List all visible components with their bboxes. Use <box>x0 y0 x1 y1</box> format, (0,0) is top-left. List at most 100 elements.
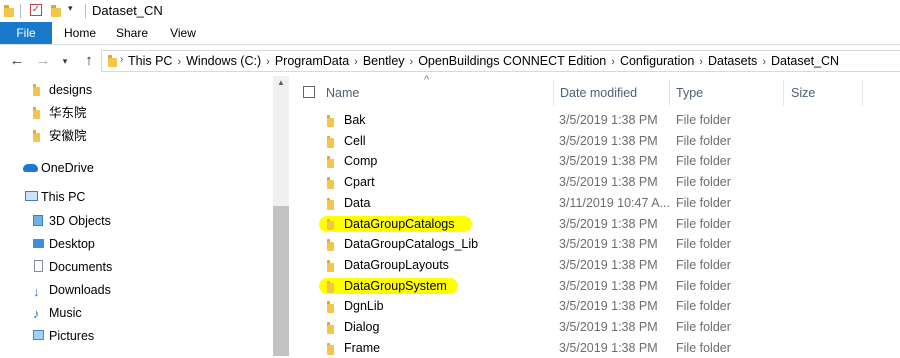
breadcrumb-datasets[interactable]: Datasets <box>708 54 757 68</box>
chevron-right-icon[interactable]: › <box>611 52 615 72</box>
nav-item-downloads[interactable]: ↓ Downloads <box>0 279 273 301</box>
file-name: Cell <box>344 133 366 148</box>
nav-item-music[interactable]: ♪ Music <box>0 302 273 324</box>
breadcrumb-windows-c[interactable]: Windows (C:) <box>186 54 261 68</box>
chevron-right-icon[interactable]: › <box>177 52 181 72</box>
chevron-right-icon[interactable]: › <box>410 52 414 72</box>
chevron-right-icon[interactable]: › <box>699 52 703 72</box>
file-type: File folder <box>676 175 731 190</box>
chevron-right-icon[interactable]: › <box>120 54 123 65</box>
nav-item-label: 3D Objects <box>49 214 111 228</box>
column-header-type[interactable]: Type <box>676 80 781 106</box>
folder-icon <box>33 107 40 119</box>
nav-item-anhuiyuan[interactable]: 安徽院 <box>0 125 273 147</box>
tab-file[interactable]: File <box>0 22 52 44</box>
title-bar: ✓ ▾ Dataset_CN <box>0 0 900 22</box>
tab-view[interactable]: View <box>163 22 203 44</box>
select-all-checkbox[interactable] <box>303 86 315 98</box>
table-row[interactable]: Comp 3/5/2019 1:38 PM File folder <box>289 151 900 172</box>
chevron-right-icon[interactable]: › <box>266 52 270 72</box>
column-divider[interactable] <box>783 80 784 106</box>
table-row[interactable]: Data 3/11/2019 10:47 A... File folder <box>289 193 900 214</box>
nav-item-documents[interactable]: Documents <box>0 256 273 278</box>
breadcrumb: This PC › Windows (C:) › ProgramData › Bentley… <box>128 51 839 71</box>
table-row[interactable]: Frame 3/5/2019 1:38 PM File folder <box>289 338 900 358</box>
downloads-icon: ↓ <box>33 284 40 299</box>
file-name: DataGroupCatalogs <box>344 216 455 231</box>
chevron-right-icon[interactable]: › <box>354 52 358 72</box>
breadcrumb-this-pc[interactable]: This PC <box>128 54 172 68</box>
tab-share[interactable]: Share <box>112 22 152 44</box>
file-name: DataGroupLayouts <box>344 257 449 272</box>
column-divider[interactable] <box>553 80 554 106</box>
file-date-modified: 3/5/2019 1:38 PM <box>559 113 658 127</box>
scrollbar-thumb[interactable] <box>273 206 289 356</box>
file-name: Dialog <box>344 320 380 334</box>
table-row[interactable]: DataGroupSystem 3/5/2019 1:38 PM File fold… <box>289 276 900 297</box>
table-row[interactable]: DgnLib 3/5/2019 1:38 PM File folder <box>289 296 900 317</box>
file-name: DataGroupSystem <box>344 278 447 293</box>
folder-icon <box>327 259 334 272</box>
table-row[interactable]: Cell 3/5/2019 1:38 PM File folder <box>289 131 900 152</box>
navigation-pane: designs 华东院 安徽院 OneDrive This PC 3D Obje… <box>0 76 273 356</box>
table-row[interactable]: DataGroupCatalogs_Lib 3/5/2019 1:38 PM Fil… <box>289 234 900 255</box>
folder-icon <box>327 342 334 355</box>
table-row[interactable]: Cpart 3/5/2019 1:38 PM File folder <box>289 172 900 193</box>
folder-icon <box>327 218 334 231</box>
column-header-size[interactable]: Size <box>791 80 861 106</box>
column-divider[interactable] <box>669 80 670 106</box>
file-name: Comp <box>344 154 378 169</box>
properties-check-icon[interactable]: ✓ <box>30 4 42 16</box>
file-date-modified: 3/5/2019 1:38 PM <box>559 175 658 190</box>
folder-icon <box>327 322 334 334</box>
column-header: ^ Name Date modified Type Size <box>289 74 900 106</box>
forward-arrow-icon[interactable]: → <box>34 52 52 70</box>
file-type: File folder <box>676 113 731 127</box>
nav-item-designs[interactable]: designs <box>0 79 273 101</box>
new-folder-icon[interactable] <box>51 5 61 17</box>
table-row[interactable]: Dialog 3/5/2019 1:38 PM File folder <box>289 317 900 338</box>
customize-toolbar-dropdown-icon[interactable]: ▾ <box>68 3 73 14</box>
nav-item-3d-objects[interactable]: 3D Objects <box>0 210 273 232</box>
breadcrumb-openbuildings[interactable]: OpenBuildings CONNECT Edition <box>418 54 606 68</box>
nav-item-desktop[interactable]: Desktop <box>0 233 273 255</box>
breadcrumb-bentley[interactable]: Bentley <box>363 54 405 68</box>
file-date-modified: 3/5/2019 1:38 PM <box>559 216 658 231</box>
file-type: File folder <box>676 257 731 272</box>
nav-item-huadongyuan[interactable]: 华东院 <box>0 102 273 124</box>
scroll-up-icon[interactable]: ▲ <box>273 78 289 92</box>
file-type: File folder <box>676 320 731 334</box>
file-type: File folder <box>676 133 731 148</box>
folder-icon <box>327 280 334 293</box>
nav-item-onedrive[interactable]: OneDrive <box>0 157 273 179</box>
navigation-pane-scrollbar[interactable]: ▲ <box>273 76 289 356</box>
recent-locations-chevron-icon[interactable]: ▾ <box>56 52 74 70</box>
file-date-modified: 3/5/2019 1:38 PM <box>559 237 658 252</box>
pictures-icon <box>33 330 44 340</box>
file-date-modified: 3/5/2019 1:38 PM <box>559 278 658 293</box>
nav-item-label: Downloads <box>49 283 111 297</box>
breadcrumb-dataset-cn[interactable]: Dataset_CN <box>771 54 839 68</box>
file-type: File folder <box>676 299 731 314</box>
up-arrow-icon[interactable]: ↑ <box>80 52 98 70</box>
chevron-right-icon[interactable]: › <box>762 52 766 72</box>
column-header-date[interactable]: Date modified <box>560 80 670 106</box>
nav-item-label: Music <box>49 306 82 320</box>
nav-item-this-pc[interactable]: This PC <box>0 186 273 208</box>
column-header-name[interactable]: Name <box>326 80 551 106</box>
file-list: ^ Name Date modified Type Size Bak 3/5/20… <box>289 74 900 358</box>
back-arrow-icon[interactable]: ← <box>8 52 26 70</box>
nav-item-pictures[interactable]: Pictures <box>0 325 273 347</box>
file-type: File folder <box>676 195 731 210</box>
table-row[interactable]: DataGroupCatalogs 3/5/2019 1:38 PM File fo… <box>289 214 900 235</box>
table-row[interactable]: DataGroupLayouts 3/5/2019 1:38 PM File fol… <box>289 255 900 276</box>
column-divider[interactable] <box>862 80 863 106</box>
address-bar[interactable]: › This PC › Windows (C:) › ProgramData › Bentl… <box>101 50 900 72</box>
file-date-modified: 3/5/2019 1:38 PM <box>559 133 658 148</box>
tab-home[interactable]: Home <box>60 22 100 44</box>
breadcrumb-programdata[interactable]: ProgramData <box>275 54 349 68</box>
nav-item-label: 安徽院 <box>49 129 87 143</box>
table-row[interactable]: Bak 3/5/2019 1:38 PM File folder <box>289 110 900 131</box>
breadcrumb-configuration[interactable]: Configuration <box>620 54 694 68</box>
folder-icon <box>327 115 334 127</box>
